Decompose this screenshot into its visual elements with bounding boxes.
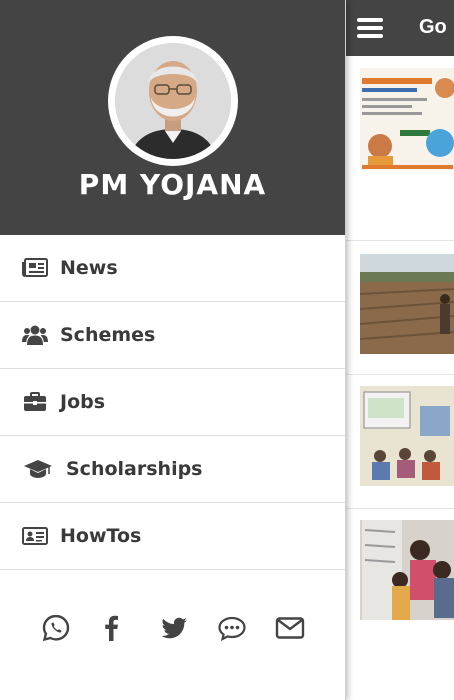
menu-item-news[interactable]: News [0, 235, 345, 301]
app-title: Go [419, 16, 447, 38]
drawer-header: PM YOJANA [0, 0, 345, 235]
menu-item-label: Jobs [60, 391, 106, 413]
newspaper-icon [22, 257, 48, 279]
feed-item[interactable] [346, 508, 454, 642]
menu-item-label: HowTos [60, 525, 142, 547]
graduation-cap-icon [22, 458, 54, 480]
navigation-drawer: PM YOJANA News Schemes Jobs Scholarships… [0, 0, 346, 700]
social-share-bar [0, 612, 345, 656]
feed-thumbnail[interactable] [360, 254, 454, 354]
menu-item-schemes[interactable]: Schemes [0, 301, 345, 368]
twitter-icon[interactable] [158, 612, 190, 644]
facebook-icon[interactable] [96, 612, 128, 644]
article-feed [345, 56, 454, 700]
feed-thumbnail[interactable] [360, 68, 454, 170]
feed-item[interactable] [346, 56, 454, 241]
brand-title: PM YOJANA [78, 168, 267, 201]
feed-item[interactable] [346, 374, 454, 509]
envelope-icon[interactable] [274, 612, 306, 644]
menu-item-label: News [60, 257, 118, 279]
users-icon [22, 324, 48, 346]
whatsapp-icon[interactable] [40, 612, 72, 644]
menu-item-label: Schemes [60, 324, 156, 346]
feed-thumbnail[interactable] [360, 520, 454, 620]
briefcase-icon [22, 391, 48, 413]
avatar [108, 36, 238, 166]
menu-item-scholarships[interactable]: Scholarships [0, 435, 345, 502]
hamburger-menu-icon[interactable] [357, 18, 383, 38]
id-card-icon [22, 525, 48, 547]
app-top-bar: Go [345, 0, 454, 56]
drawer-menu: News Schemes Jobs Scholarships HowTos [0, 235, 345, 570]
menu-item-howtos[interactable]: HowTos [0, 502, 345, 569]
menu-divider [0, 569, 345, 570]
menu-item-label: Scholarships [66, 458, 203, 480]
menu-item-jobs[interactable]: Jobs [0, 368, 345, 435]
comment-icon[interactable] [216, 612, 248, 644]
feed-item[interactable] [346, 240, 454, 375]
feed-thumbnail[interactable] [360, 386, 454, 486]
